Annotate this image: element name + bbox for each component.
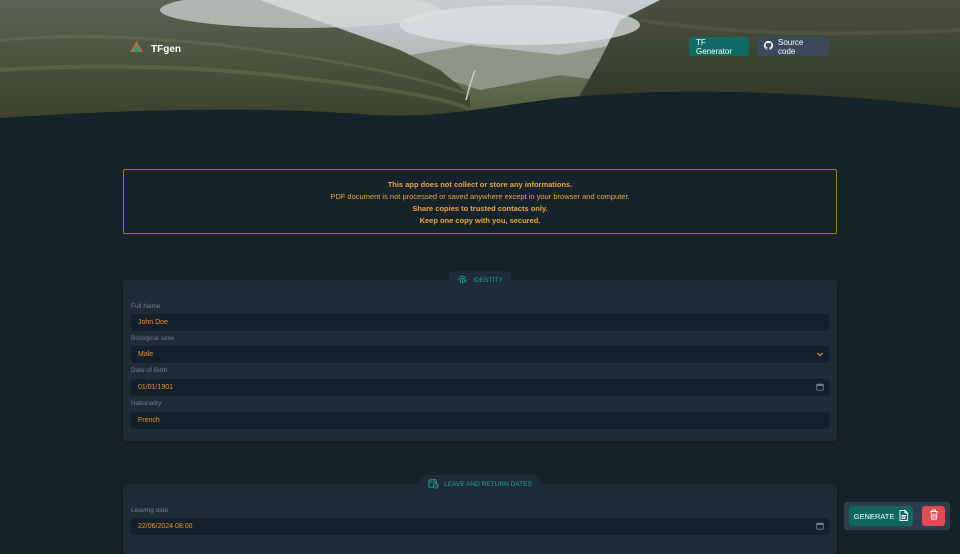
leaving-date-input[interactable]: 22/06/2024 08:00 — [131, 518, 829, 535]
sex-value: Male — [138, 351, 154, 358]
notice-line-3: Share copies to trusted contacts only. — [412, 204, 548, 213]
trash-icon — [929, 507, 939, 525]
calendar-icon[interactable] — [816, 383, 824, 393]
source-code-button[interactable]: Source code — [757, 37, 829, 56]
identity-panel: IDENTITY Full Name John Doe Biological s… — [123, 271, 837, 441]
dates-legend-label: LEAVE AND RETURN DATES — [444, 480, 532, 488]
full-name-input[interactable]: John Doe — [131, 314, 829, 331]
floating-action-bar: GENERATE — [844, 502, 950, 530]
leaving-date-value: 22/06/2024 08:00 — [138, 523, 193, 530]
github-icon — [764, 41, 773, 52]
dob-date-input[interactable]: 01/01/1901 — [131, 379, 829, 396]
tfgen-logo-icon — [130, 40, 143, 58]
navbar: TFgen TF Generator Source code — [0, 0, 960, 92]
sex-label: Biological sexe — [131, 335, 175, 342]
identity-legend-label: IDENTITY — [473, 276, 503, 284]
dates-panel: LEAVE AND RETURN DATES Leaving date 22/0… — [123, 475, 837, 554]
brand-name: TFgen — [151, 43, 181, 55]
calendar-clock-icon — [428, 478, 439, 491]
nationality-input[interactable]: French — [131, 412, 829, 429]
notice-line-1: This app does not collect or store any i… — [387, 180, 573, 189]
fingerprint-icon — [457, 274, 468, 287]
leaving-date-label: Leaving date — [131, 507, 169, 514]
dob-value: 01/01/1901 — [138, 384, 174, 391]
calendar-icon[interactable] — [816, 522, 824, 532]
full-name-value: John Doe — [138, 319, 168, 326]
sex-select[interactable]: Male — [131, 346, 829, 363]
identity-legend: IDENTITY — [449, 271, 511, 289]
privacy-notice: This app does not collect or store any i… — [123, 169, 837, 234]
document-icon — [899, 509, 909, 523]
notice-line-2: PDF document is not processed or saved a… — [330, 192, 630, 201]
chevron-down-icon — [816, 350, 824, 360]
dob-label: Date of Birth — [131, 367, 168, 374]
brand[interactable]: TFgen — [130, 40, 181, 58]
nationality-value: French — [138, 417, 160, 424]
source-code-label: Source code — [778, 37, 804, 56]
full-name-label: Full Name — [131, 303, 161, 310]
notice-line-4: Keep one copy with you, secured. — [419, 216, 541, 225]
dates-legend: LEAVE AND RETURN DATES — [420, 475, 540, 493]
tf-generator-button[interactable]: TF Generator — [689, 37, 749, 56]
generate-button[interactable]: GENERATE — [849, 506, 913, 526]
nationality-label: Nationality — [131, 400, 162, 407]
generate-label: GENERATE — [853, 511, 895, 521]
tf-generator-label: TF Generator — [696, 37, 733, 56]
delete-button[interactable] — [922, 506, 945, 526]
